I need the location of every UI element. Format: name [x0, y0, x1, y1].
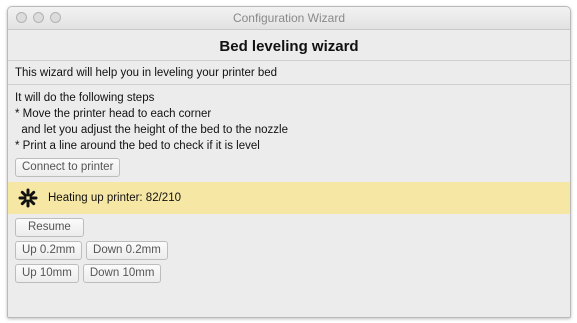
- configuration-wizard-window: Configuration Wizard Bed leveling wizard…: [7, 6, 571, 318]
- steps-line: and let you adjust the height of the bed…: [15, 124, 289, 136]
- status-text: Heating up printer: 82/210: [48, 192, 181, 204]
- connect-to-printer-button[interactable]: Connect to printer: [15, 158, 121, 177]
- wizard-panel: Bed leveling wizard This wizard will hel…: [8, 30, 570, 317]
- window-title: Configuration Wizard: [232, 11, 346, 25]
- steps-line: * Print a line around the bed to check i…: [15, 140, 260, 152]
- resume-button[interactable]: Resume: [15, 218, 84, 237]
- down-10mm-button[interactable]: Down 10mm: [82, 264, 162, 283]
- intro-text: This wizard will help you in leveling yo…: [8, 61, 570, 85]
- spinner-icon: [18, 188, 38, 208]
- steps-line: It will do the following steps: [15, 92, 155, 104]
- connect-row: Connect to printer: [8, 158, 570, 177]
- large-step-row: Up 10mm Down 10mm: [8, 264, 570, 283]
- steps-line: * Move the printer head to each corner: [15, 108, 212, 120]
- page-title: Bed leveling wizard: [8, 30, 570, 61]
- resume-row: Resume: [8, 218, 570, 237]
- small-step-row: Up 0.2mm Down 0.2mm: [8, 241, 570, 260]
- up-10mm-button[interactable]: Up 10mm: [15, 264, 79, 283]
- status-bar: Heating up printer: 82/210: [8, 182, 570, 214]
- down-0-2mm-button[interactable]: Down 0.2mm: [86, 241, 168, 260]
- steps-description: It will do the following steps * Move th…: [8, 85, 570, 154]
- title-bar: Configuration Wizard: [8, 7, 570, 30]
- up-0-2mm-button[interactable]: Up 0.2mm: [15, 241, 83, 260]
